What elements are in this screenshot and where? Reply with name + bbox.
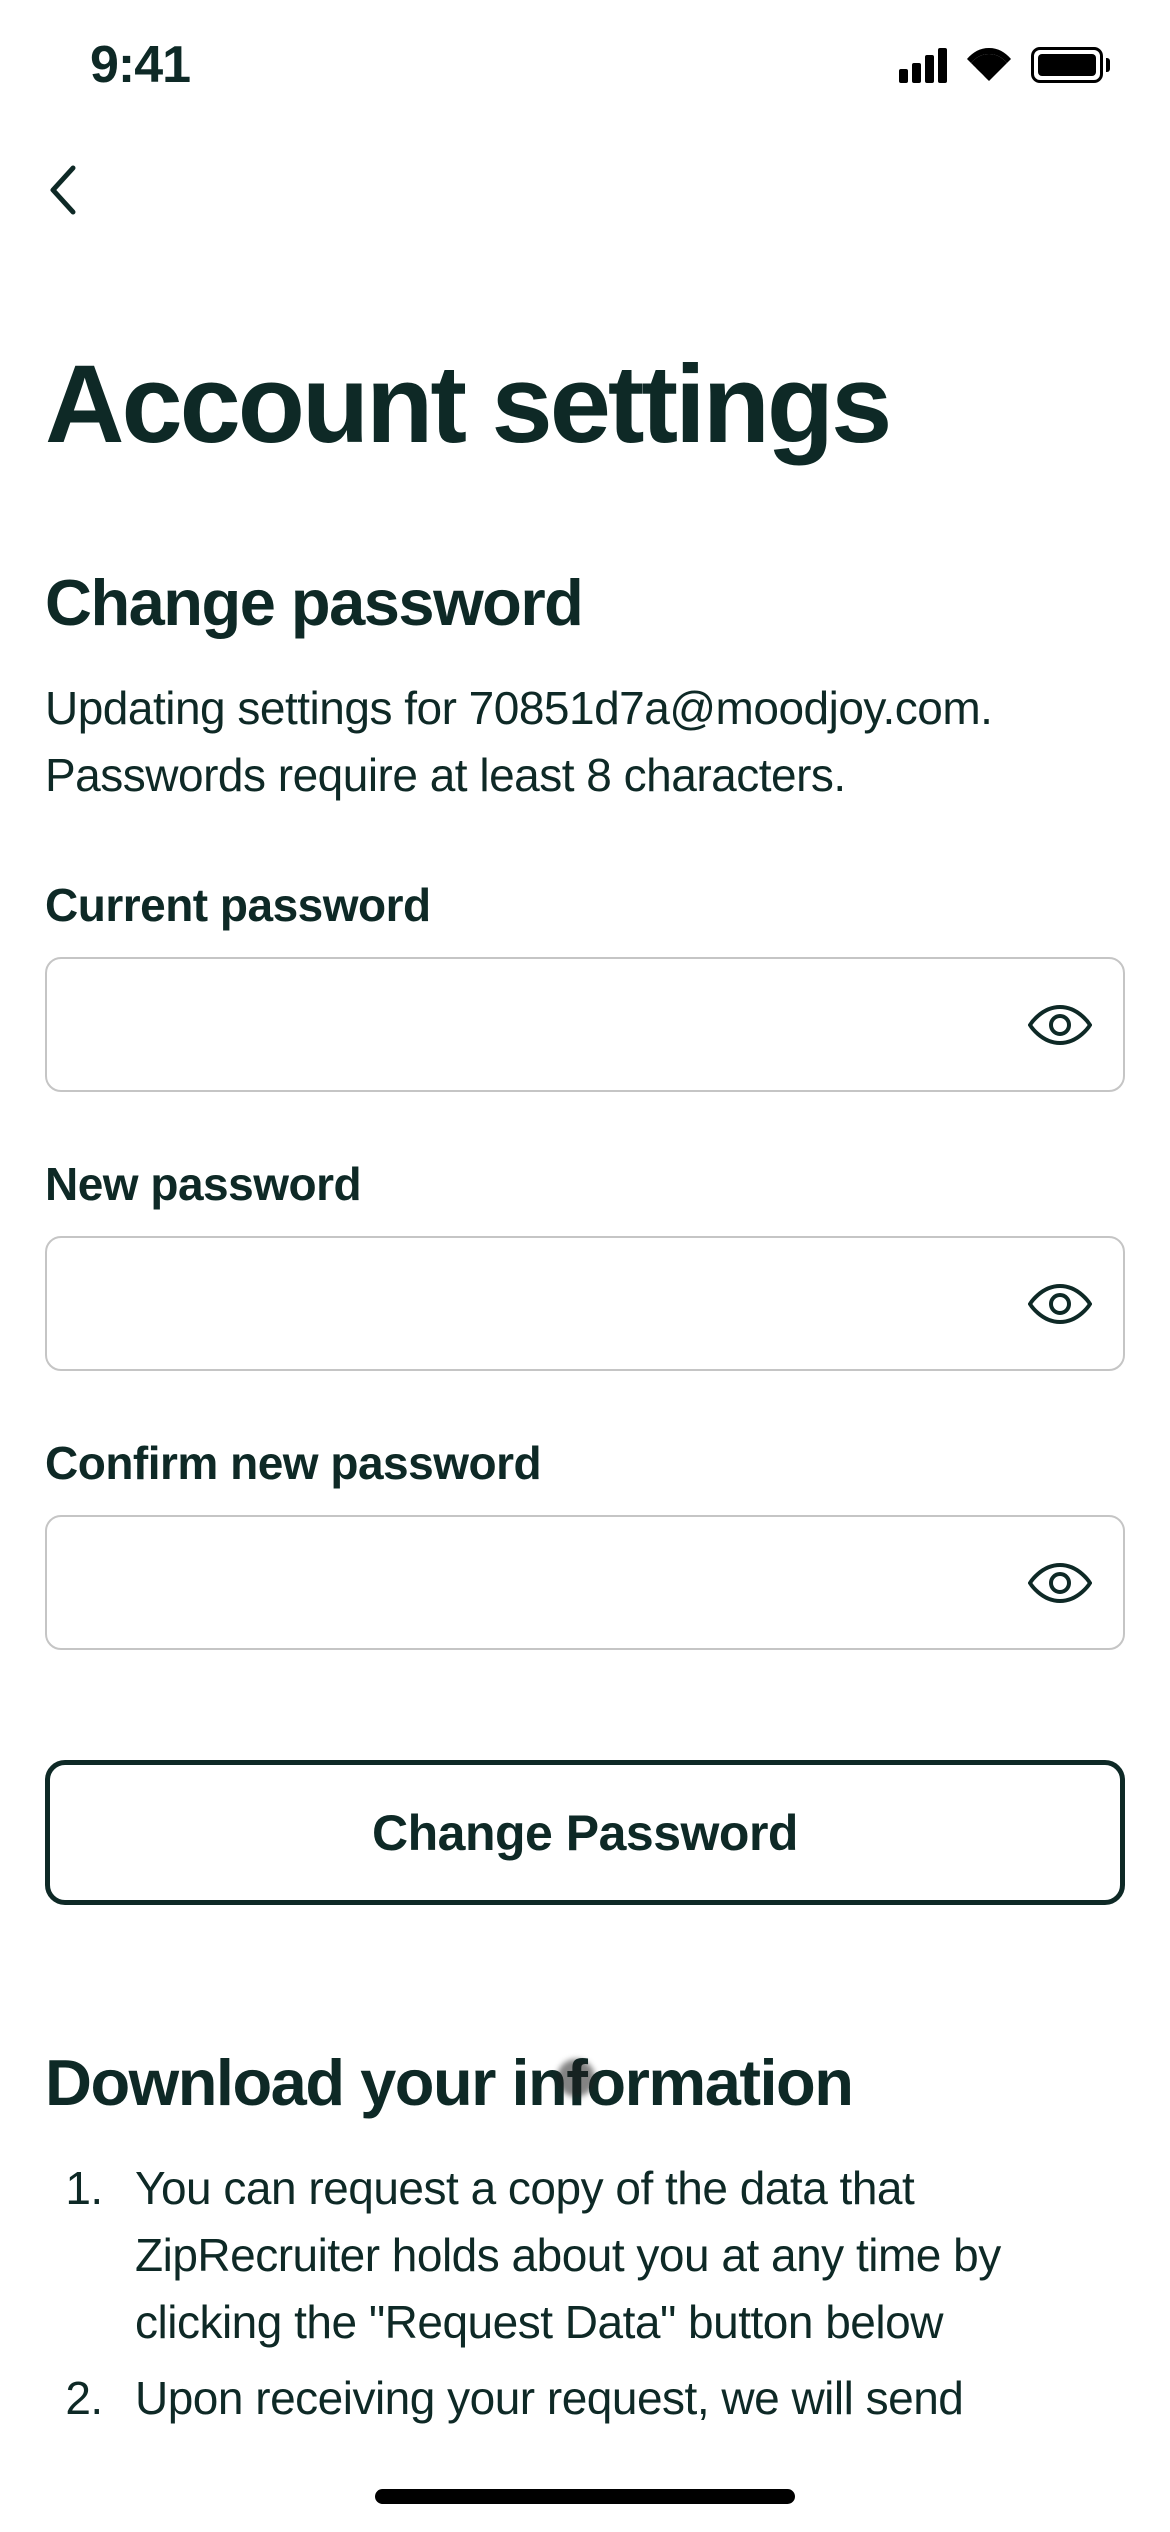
download-section: Download your information You can reques…: [45, 2045, 1125, 2432]
confirm-password-input[interactable]: [45, 1515, 1125, 1650]
header: [0, 130, 1170, 220]
new-password-input[interactable]: [45, 1236, 1125, 1371]
download-info-title-text: Download your information: [45, 2046, 852, 2119]
change-password-button[interactable]: Change Password: [45, 1760, 1125, 1905]
toggle-new-password-visibility[interactable]: [1025, 1269, 1095, 1339]
chevron-left-icon: [45, 164, 77, 216]
change-password-description: Updating settings for 70851d7a@moodjoy.c…: [45, 675, 1125, 808]
download-info-list: You can request a copy of the data that …: [45, 2155, 1125, 2432]
confirm-password-field: Confirm new password: [45, 1436, 1125, 1650]
new-password-label: New password: [45, 1157, 1125, 1211]
status-bar: 9:41: [0, 0, 1170, 130]
cellular-signal-icon: [899, 48, 947, 83]
battery-icon: [1031, 47, 1110, 83]
back-button[interactable]: [45, 160, 105, 220]
status-time: 9:41: [90, 35, 190, 95]
list-item: You can request a copy of the data that …: [115, 2155, 1125, 2355]
page-title: Account settings: [45, 350, 1125, 460]
eye-icon: [1028, 1282, 1092, 1326]
download-info-title: Download your information: [45, 2045, 1125, 2120]
new-password-field: New password: [45, 1157, 1125, 1371]
home-indicator[interactable]: [375, 2489, 795, 2504]
eye-icon: [1028, 1003, 1092, 1047]
current-password-input[interactable]: [45, 957, 1125, 1092]
confirm-password-label: Confirm new password: [45, 1436, 1125, 1490]
change-password-title: Change password: [45, 565, 1125, 640]
current-password-label: Current password: [45, 878, 1125, 932]
toggle-confirm-password-visibility[interactable]: [1025, 1548, 1095, 1618]
wifi-icon: [965, 45, 1013, 86]
status-icons: [899, 45, 1110, 86]
list-item: Upon receiving your request, we will sen…: [115, 2365, 1125, 2432]
current-password-field: Current password: [45, 878, 1125, 1092]
eye-icon: [1028, 1561, 1092, 1605]
toggle-current-password-visibility[interactable]: [1025, 990, 1095, 1060]
main-content: Account settings Change password Updatin…: [0, 220, 1170, 2432]
